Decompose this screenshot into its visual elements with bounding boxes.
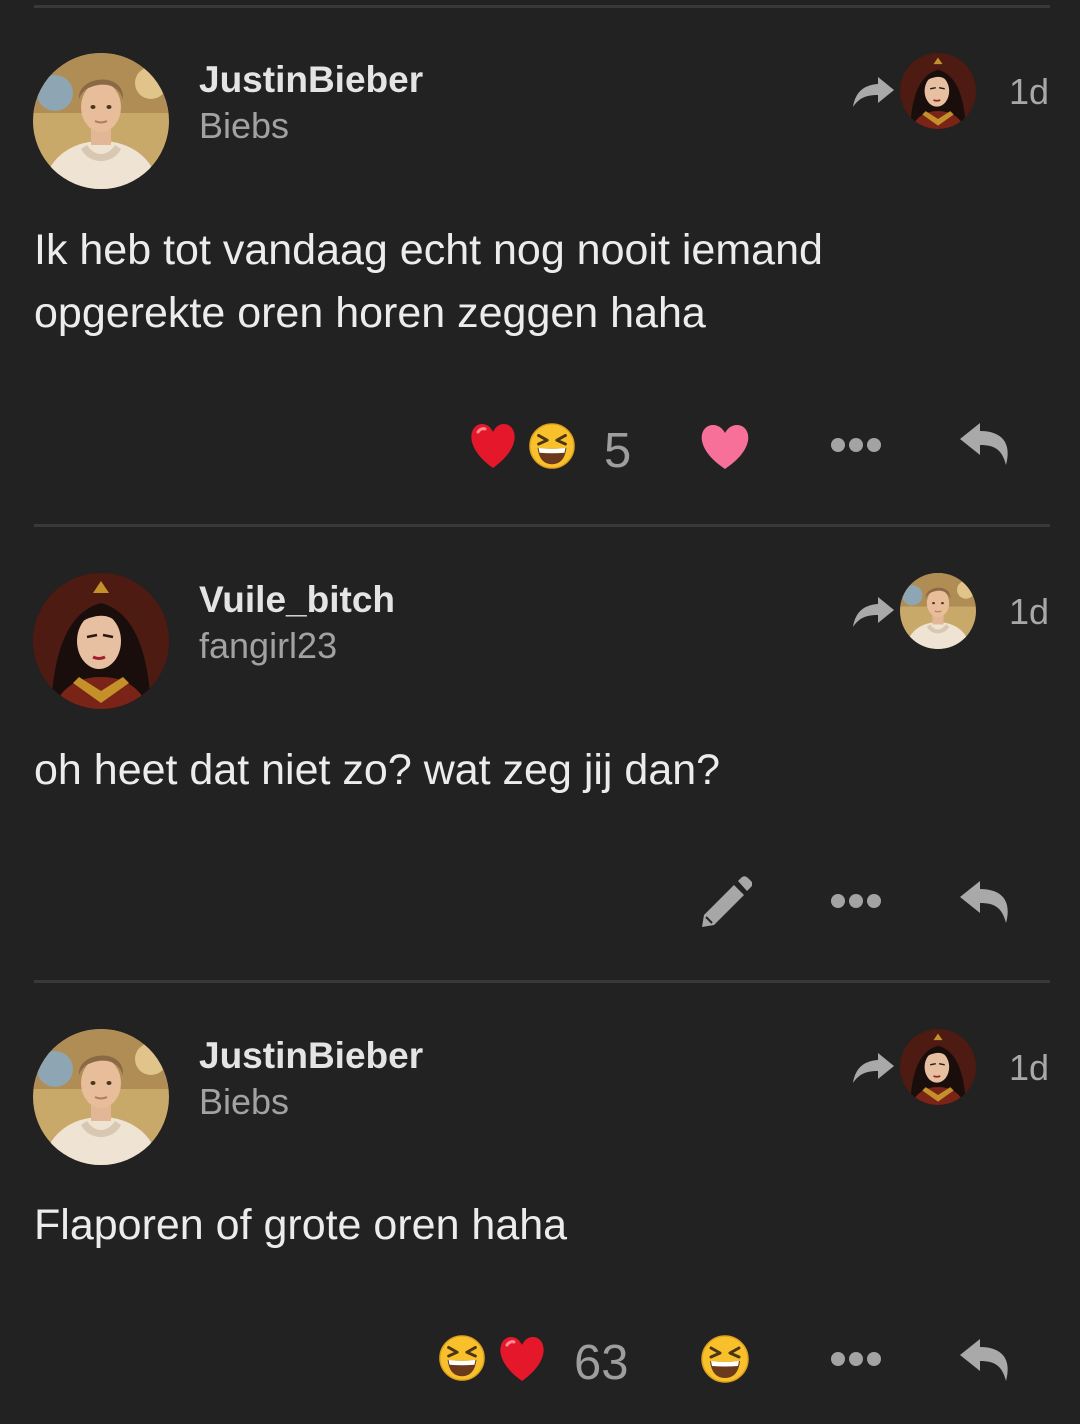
more-options-icon[interactable] bbox=[830, 435, 882, 455]
laughing-face-icon bbox=[528, 422, 576, 470]
share-icon bbox=[850, 75, 896, 109]
user-handle[interactable]: Biebs bbox=[199, 1081, 289, 1123]
post-card: JustinBieber Biebs 1d Flaporen of grote … bbox=[0, 1029, 1080, 1424]
laughing-face-icon[interactable] bbox=[700, 1334, 750, 1384]
reply-icon[interactable] bbox=[958, 421, 1012, 467]
share-icon bbox=[850, 595, 896, 629]
user-handle[interactable]: fangirl23 bbox=[199, 625, 337, 667]
reaction-count: 5 bbox=[604, 424, 632, 478]
avatar[interactable] bbox=[33, 573, 169, 709]
red-heart-icon bbox=[497, 1335, 547, 1383]
timestamp: 1d bbox=[1008, 1047, 1049, 1088]
reactions-summary[interactable]: 5 bbox=[466, 419, 636, 479]
user-handle[interactable]: Biebs bbox=[199, 105, 289, 147]
top-divider bbox=[34, 5, 1050, 8]
post-card: Vuile_bitch fangirl23 1d oh heet dat nie… bbox=[0, 573, 1080, 953]
reply-target-avatar[interactable] bbox=[900, 53, 976, 129]
post-divider bbox=[34, 524, 1050, 527]
more-options-icon[interactable] bbox=[830, 1349, 882, 1369]
post-card: JustinBieber Biebs 1d Ik heb tot vandaag… bbox=[0, 53, 1080, 493]
red-heart-icon bbox=[468, 422, 518, 470]
like-heart-icon[interactable] bbox=[698, 423, 752, 471]
reply-to-indicator[interactable] bbox=[850, 1029, 980, 1107]
post-text: Ik heb tot vandaag echt nog nooit iemand… bbox=[34, 226, 823, 337]
timestamp: 1d bbox=[1008, 71, 1049, 112]
reply-target-avatar[interactable] bbox=[900, 573, 976, 649]
username[interactable]: JustinBieber bbox=[199, 1035, 423, 1077]
edit-pencil-icon[interactable] bbox=[698, 875, 752, 929]
reply-icon[interactable] bbox=[958, 879, 1012, 925]
reactions-summary[interactable]: 63 bbox=[436, 1331, 636, 1391]
post-text: Flaporen of grote oren haha bbox=[34, 1201, 568, 1249]
reply-to-indicator[interactable] bbox=[850, 53, 980, 131]
post-actions: 63 bbox=[0, 1331, 1080, 1395]
timestamp: 1d bbox=[1008, 591, 1049, 632]
avatar[interactable] bbox=[33, 53, 169, 189]
reply-icon[interactable] bbox=[958, 1337, 1012, 1383]
post-actions bbox=[0, 873, 1080, 937]
username[interactable]: JustinBieber bbox=[199, 59, 423, 101]
reaction-count: 63 bbox=[574, 1336, 629, 1390]
avatar[interactable] bbox=[33, 1029, 169, 1165]
laughing-face-icon bbox=[438, 1334, 486, 1382]
post-actions: 5 bbox=[0, 419, 1080, 483]
username[interactable]: Vuile_bitch bbox=[199, 579, 395, 621]
post-divider bbox=[34, 980, 1050, 983]
post-text: oh heet dat niet zo? wat zeg jij dan? bbox=[34, 746, 721, 794]
more-options-icon[interactable] bbox=[830, 891, 882, 911]
reply-to-indicator[interactable] bbox=[850, 573, 980, 651]
share-icon bbox=[850, 1051, 896, 1085]
reply-target-avatar[interactable] bbox=[900, 1029, 976, 1105]
